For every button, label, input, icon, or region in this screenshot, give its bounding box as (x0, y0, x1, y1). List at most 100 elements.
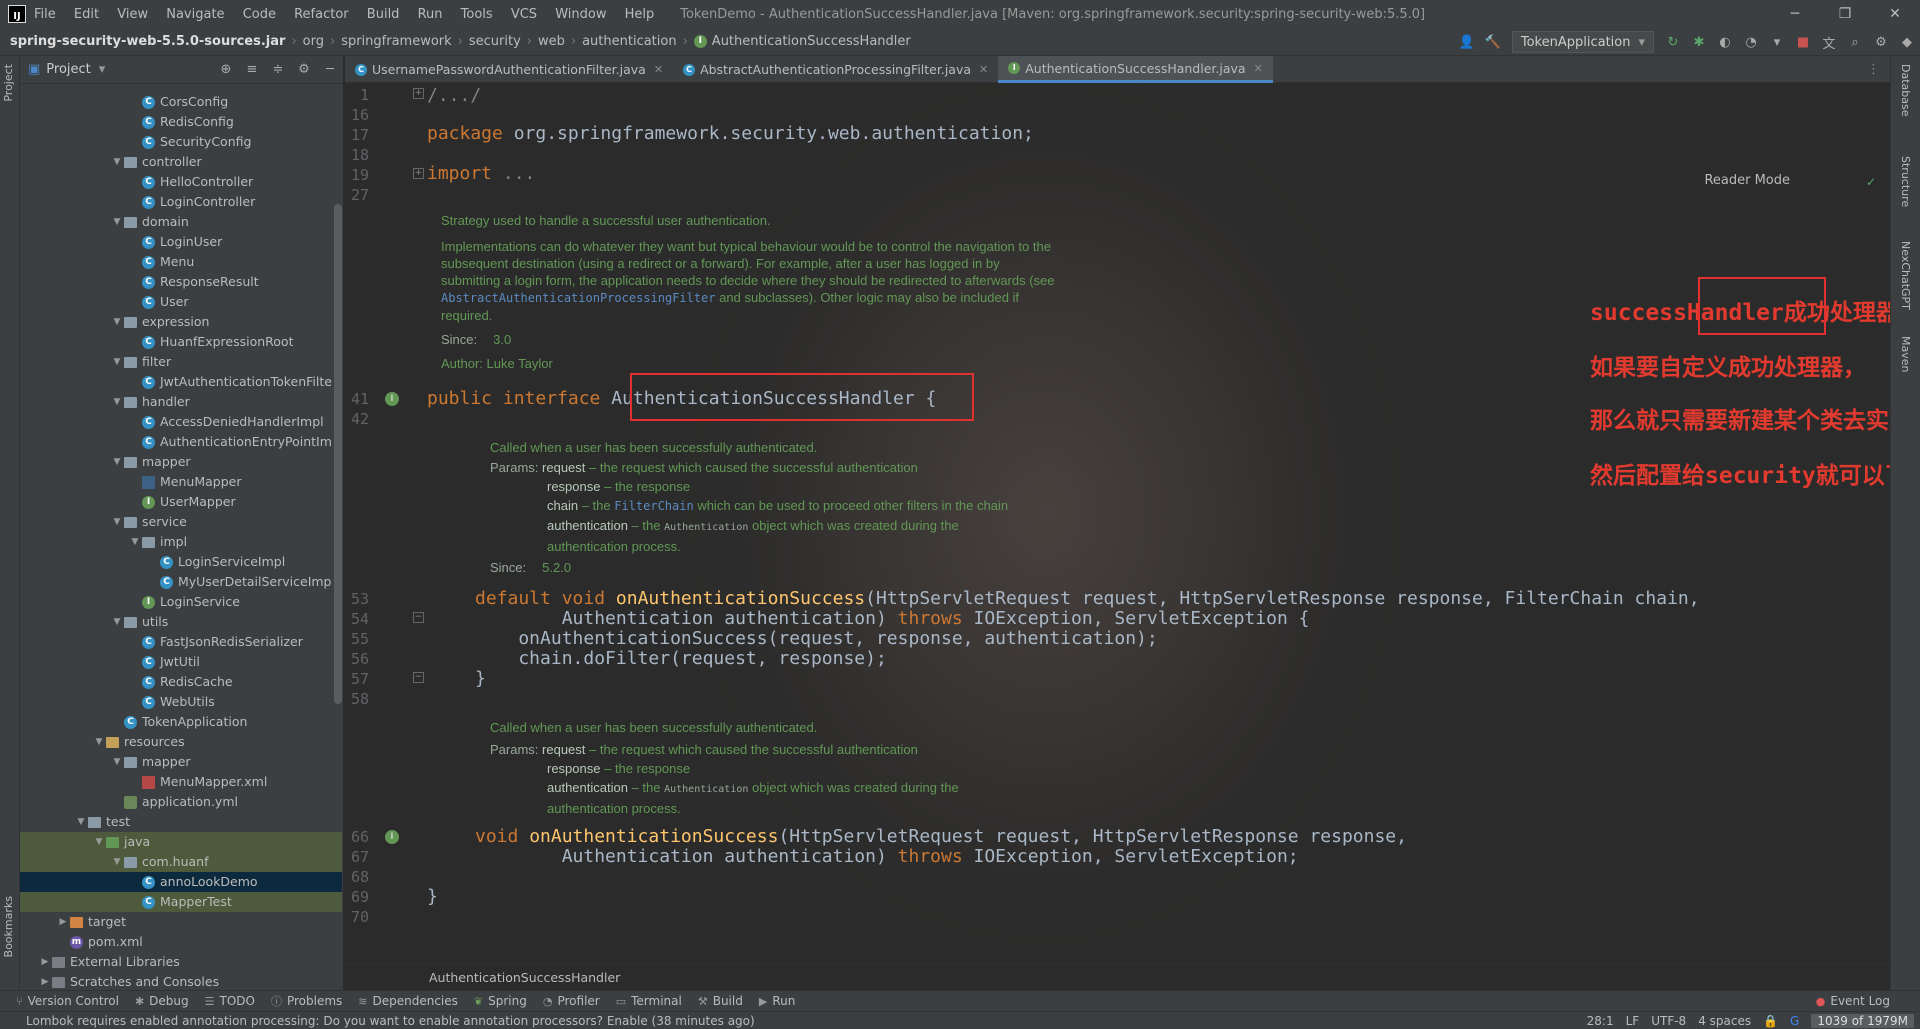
method-name[interactable]: onAuthenticationSuccess (529, 826, 778, 847)
tree-item[interactable]: C HuanfExpressionRoot (20, 332, 342, 352)
breadcrumb-authentication[interactable]: authentication (582, 34, 677, 49)
restore-icon[interactable]: ❐ (1820, 0, 1870, 28)
tree-item[interactable]: I UserMapper (20, 492, 342, 512)
tab-usernamepassword[interactable]: C UsernamePasswordAuthenticationFilter.j… (345, 56, 673, 83)
profile-icon[interactable]: ◔ (1740, 35, 1762, 50)
tree-item[interactable]: C RedisConfig (20, 112, 342, 132)
menu-window[interactable]: Window (555, 7, 606, 22)
tree-item[interactable]: C WebUtils (20, 692, 342, 712)
tool-dependencies[interactable]: ≋ Dependencies (358, 994, 458, 1008)
tool-problems[interactable]: ⓘ Problems (271, 993, 342, 1009)
translate-icon[interactable]: 文 (1818, 33, 1840, 52)
tool-build[interactable]: ⚒ Build (698, 994, 743, 1008)
code-editor[interactable]: Reader Mode ✓ 1 16 17 18 19 27 41 42 53 … (345, 83, 1890, 963)
chevron-down-icon[interactable]: ▼ (110, 152, 124, 172)
tool-profiler[interactable]: ◔ Profiler (543, 994, 600, 1008)
tool-debug[interactable]: ✱ Debug (135, 994, 189, 1008)
chevron-down-icon[interactable]: ▼ (92, 832, 106, 852)
tree-item[interactable]: ▼ com.huanf (20, 852, 342, 872)
ide-logo-icon[interactable]: ◆ (1896, 35, 1918, 50)
tool-version-control[interactable]: ⑂ Version Control (16, 994, 119, 1008)
project-tool-tab[interactable]: Project (2, 64, 15, 102)
minimize-icon[interactable]: ─ (1770, 0, 1820, 28)
stop-icon[interactable]: ■ (1792, 35, 1814, 50)
tree-item[interactable]: ▼ mapper (20, 452, 342, 472)
folded-header[interactable]: /.../ (427, 85, 481, 106)
tool-run[interactable]: ▶ Run (759, 994, 795, 1008)
line-separator[interactable]: LF (1626, 1014, 1640, 1028)
tree-item[interactable]: ▼ resources (20, 732, 342, 752)
project-panel-title[interactable]: Project (46, 62, 90, 77)
tree-item[interactable]: ▼ mapper (20, 752, 342, 772)
structure-tool-tab[interactable]: Structure (1899, 156, 1912, 207)
tree-item[interactable]: ▼ controller (20, 152, 342, 172)
nexchatgpt-tool-tab[interactable]: NexChatGPT (1899, 241, 1912, 310)
editor-breadcrumb[interactable]: AuthenticationSuccessHandler (345, 963, 1890, 990)
chevron-down-icon[interactable]: ▼ (110, 612, 124, 632)
fold-icon[interactable]: − (413, 672, 424, 683)
chevron-down-icon[interactable]: ▼ (110, 452, 124, 472)
collapse-all-icon[interactable]: ≑ (265, 62, 291, 77)
tree-item[interactable]: ▶ External Libraries (20, 952, 342, 972)
menu-help[interactable]: Help (625, 7, 655, 22)
chevron-down-icon[interactable]: ▼ (110, 852, 124, 872)
tree-item[interactable]: C Menu (20, 252, 342, 272)
tool-event-log[interactable]: ● Event Log (1816, 994, 1890, 1008)
tree-item[interactable]: MenuMapper (20, 472, 342, 492)
menu-vcs[interactable]: VCS (511, 7, 537, 22)
breadcrumb-springframework[interactable]: springframework (341, 34, 451, 49)
rerun-icon[interactable]: ↻ (1662, 35, 1684, 50)
tree-item[interactable]: ▼ handler (20, 392, 342, 412)
implemented-icon[interactable]: I (385, 392, 399, 406)
breadcrumb-org[interactable]: org (303, 34, 324, 49)
chevron-down-icon[interactable]: ▼ (110, 312, 124, 332)
expand-all-icon[interactable]: ≡ (239, 62, 265, 77)
close-icon[interactable]: ✕ (1254, 62, 1263, 75)
tree-item[interactable]: ▼ test (20, 812, 342, 832)
tab-abstractauth[interactable]: C AbstractAuthenticationProcessingFilter… (673, 56, 998, 83)
status-message[interactable]: Lombok requires enabled annotation proce… (26, 1014, 755, 1028)
tree-item[interactable]: C JwtAuthenticationTokenFilte (20, 372, 342, 392)
chevron-down-icon[interactable]: ▼ (128, 532, 142, 552)
locate-icon[interactable]: ⊕ (213, 62, 239, 77)
tree-item[interactable]: C MapperTest (20, 892, 342, 912)
tree-item[interactable]: ▶ target (20, 912, 342, 932)
tree-item[interactable]: ▼ utils (20, 612, 342, 632)
tree-item[interactable]: C AuthenticationEntryPointIm (20, 432, 342, 452)
implemented-icon[interactable]: I (385, 830, 399, 844)
chevron-right-icon[interactable]: ▶ (38, 952, 52, 972)
coverage-icon[interactable]: ◐ (1714, 35, 1736, 50)
more-run-icon[interactable]: ▾ (1766, 35, 1788, 50)
menu-build[interactable]: Build (367, 7, 400, 22)
menu-code[interactable]: Code (243, 7, 276, 22)
menu-navigate[interactable]: Navigate (166, 7, 224, 22)
tree-item[interactable]: C LoginUser (20, 232, 342, 252)
chevron-down-icon[interactable]: ▾ (99, 62, 106, 77)
hammer-icon[interactable]: 🔨 (1482, 35, 1504, 50)
tree-item[interactable]: C RedisCache (20, 672, 342, 692)
menu-view[interactable]: View (117, 7, 148, 22)
tree-item[interactable]: ▼ impl (20, 532, 342, 552)
chevron-down-icon[interactable]: ▼ (110, 392, 124, 412)
folded-imports[interactable]: ... (492, 163, 536, 184)
fold-icon[interactable]: − (413, 612, 424, 623)
close-icon[interactable]: ✕ (1870, 0, 1920, 28)
chevron-down-icon[interactable]: ▼ (110, 352, 124, 372)
indent-setting[interactable]: 4 spaces (1698, 1014, 1751, 1028)
tree-item[interactable]: CannoLookDemo (20, 872, 342, 892)
chevron-down-icon[interactable]: ▼ (74, 812, 88, 832)
breadcrumb-security[interactable]: security (469, 34, 521, 49)
user-icon[interactable]: 👤 (1456, 35, 1478, 50)
debug-icon[interactable]: ✱ (1688, 35, 1710, 50)
tool-terminal[interactable]: ▭ Terminal (616, 994, 682, 1008)
breadcrumb-jar[interactable]: spring-security-web-5.5.0-sources.jar (10, 34, 285, 49)
tree-item[interactable]: ▼ filter (20, 352, 342, 372)
database-tool-tab[interactable]: Database (1899, 64, 1912, 117)
tool-todo[interactable]: ☰ TODO (205, 994, 255, 1008)
reader-mode-toggle[interactable]: Reader Mode (1704, 173, 1790, 188)
file-encoding[interactable]: UTF-8 (1651, 1014, 1686, 1028)
tree-item[interactable]: MenuMapper.xml (20, 772, 342, 792)
menu-edit[interactable]: Edit (74, 7, 99, 22)
tree-item[interactable]: C AccessDeniedHandlerImpl (20, 412, 342, 432)
gear-icon[interactable]: ⚙ (1870, 35, 1892, 50)
